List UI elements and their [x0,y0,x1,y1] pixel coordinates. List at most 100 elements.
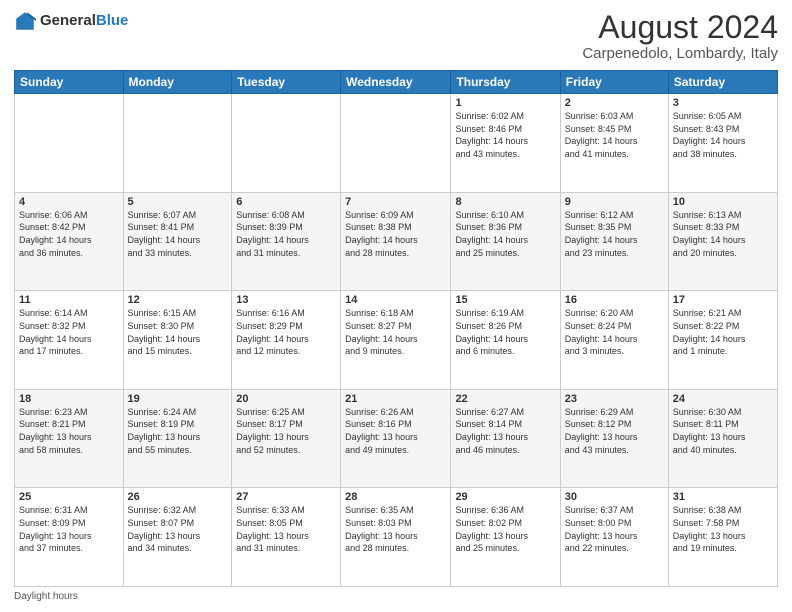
calendar-cell: 29Sunrise: 6:36 AM Sunset: 8:02 PM Dayli… [451,488,560,587]
day-info: Sunrise: 6:21 AM Sunset: 8:22 PM Dayligh… [673,307,773,357]
calendar-week-row: 18Sunrise: 6:23 AM Sunset: 8:21 PM Dayli… [15,389,778,488]
calendar-cell: 19Sunrise: 6:24 AM Sunset: 8:19 PM Dayli… [123,389,232,488]
weekday-header: Saturday [668,71,777,94]
day-number: 14 [345,294,446,306]
day-number: 2 [565,97,664,109]
calendar-cell: 8Sunrise: 6:10 AM Sunset: 8:36 PM Daylig… [451,192,560,291]
calendar-cell: 25Sunrise: 6:31 AM Sunset: 8:09 PM Dayli… [15,488,124,587]
day-info: Sunrise: 6:33 AM Sunset: 8:05 PM Dayligh… [236,504,336,554]
day-number: 3 [673,97,773,109]
day-info: Sunrise: 6:02 AM Sunset: 8:46 PM Dayligh… [455,110,555,160]
calendar-cell: 21Sunrise: 6:26 AM Sunset: 8:16 PM Dayli… [341,389,451,488]
logo-icon [14,10,36,32]
calendar-cell: 12Sunrise: 6:15 AM Sunset: 8:30 PM Dayli… [123,291,232,390]
calendar: SundayMondayTuesdayWednesdayThursdayFrid… [14,70,778,587]
calendar-cell: 11Sunrise: 6:14 AM Sunset: 8:32 PM Dayli… [15,291,124,390]
calendar-cell: 31Sunrise: 6:38 AM Sunset: 7:58 PM Dayli… [668,488,777,587]
day-info: Sunrise: 6:29 AM Sunset: 8:12 PM Dayligh… [565,406,664,456]
day-number: 23 [565,393,664,405]
logo: GeneralBlue [14,10,128,32]
calendar-cell: 26Sunrise: 6:32 AM Sunset: 8:07 PM Dayli… [123,488,232,587]
day-number: 30 [565,491,664,503]
main-title: August 2024 [582,10,778,45]
calendar-cell [123,94,232,193]
day-info: Sunrise: 6:15 AM Sunset: 8:30 PM Dayligh… [128,307,228,357]
page: GeneralBlue August 2024 Carpenedolo, Lom… [0,0,792,612]
day-info: Sunrise: 6:14 AM Sunset: 8:32 PM Dayligh… [19,307,119,357]
day-number: 17 [673,294,773,306]
weekday-header: Monday [123,71,232,94]
logo-blue: Blue [96,12,129,29]
calendar-cell: 27Sunrise: 6:33 AM Sunset: 8:05 PM Dayli… [232,488,341,587]
day-info: Sunrise: 6:23 AM Sunset: 8:21 PM Dayligh… [19,406,119,456]
day-number: 26 [128,491,228,503]
calendar-cell: 23Sunrise: 6:29 AM Sunset: 8:12 PM Dayli… [560,389,668,488]
weekday-header: Tuesday [232,71,341,94]
weekday-header: Sunday [15,71,124,94]
day-info: Sunrise: 6:20 AM Sunset: 8:24 PM Dayligh… [565,307,664,357]
calendar-week-row: 4Sunrise: 6:06 AM Sunset: 8:42 PM Daylig… [15,192,778,291]
calendar-cell: 18Sunrise: 6:23 AM Sunset: 8:21 PM Dayli… [15,389,124,488]
day-info: Sunrise: 6:05 AM Sunset: 8:43 PM Dayligh… [673,110,773,160]
calendar-cell: 14Sunrise: 6:18 AM Sunset: 8:27 PM Dayli… [341,291,451,390]
calendar-cell [232,94,341,193]
day-number: 8 [455,196,555,208]
day-number: 1 [455,97,555,109]
day-info: Sunrise: 6:31 AM Sunset: 8:09 PM Dayligh… [19,504,119,554]
day-number: 18 [19,393,119,405]
calendar-cell [341,94,451,193]
day-info: Sunrise: 6:19 AM Sunset: 8:26 PM Dayligh… [455,307,555,357]
calendar-week-row: 11Sunrise: 6:14 AM Sunset: 8:32 PM Dayli… [15,291,778,390]
day-number: 9 [565,196,664,208]
day-info: Sunrise: 6:24 AM Sunset: 8:19 PM Dayligh… [128,406,228,456]
day-info: Sunrise: 6:03 AM Sunset: 8:45 PM Dayligh… [565,110,664,160]
day-info: Sunrise: 6:35 AM Sunset: 8:03 PM Dayligh… [345,504,446,554]
calendar-cell: 1Sunrise: 6:02 AM Sunset: 8:46 PM Daylig… [451,94,560,193]
calendar-cell: 4Sunrise: 6:06 AM Sunset: 8:42 PM Daylig… [15,192,124,291]
day-info: Sunrise: 6:12 AM Sunset: 8:35 PM Dayligh… [565,209,664,259]
day-info: Sunrise: 6:10 AM Sunset: 8:36 PM Dayligh… [455,209,555,259]
day-info: Sunrise: 6:06 AM Sunset: 8:42 PM Dayligh… [19,209,119,259]
day-number: 7 [345,196,446,208]
title-block: August 2024 Carpenedolo, Lombardy, Italy [582,10,778,62]
calendar-cell: 28Sunrise: 6:35 AM Sunset: 8:03 PM Dayli… [341,488,451,587]
calendar-cell: 20Sunrise: 6:25 AM Sunset: 8:17 PM Dayli… [232,389,341,488]
day-number: 15 [455,294,555,306]
day-number: 5 [128,196,228,208]
day-info: Sunrise: 6:26 AM Sunset: 8:16 PM Dayligh… [345,406,446,456]
day-info: Sunrise: 6:07 AM Sunset: 8:41 PM Dayligh… [128,209,228,259]
footer: Daylight hours [14,591,778,602]
day-info: Sunrise: 6:37 AM Sunset: 8:00 PM Dayligh… [565,504,664,554]
day-number: 20 [236,393,336,405]
calendar-cell: 30Sunrise: 6:37 AM Sunset: 8:00 PM Dayli… [560,488,668,587]
calendar-cell: 7Sunrise: 6:09 AM Sunset: 8:38 PM Daylig… [341,192,451,291]
day-number: 27 [236,491,336,503]
calendar-cell: 24Sunrise: 6:30 AM Sunset: 8:11 PM Dayli… [668,389,777,488]
calendar-cell: 5Sunrise: 6:07 AM Sunset: 8:41 PM Daylig… [123,192,232,291]
day-number: 21 [345,393,446,405]
day-info: Sunrise: 6:13 AM Sunset: 8:33 PM Dayligh… [673,209,773,259]
subtitle: Carpenedolo, Lombardy, Italy [582,45,778,62]
weekday-header: Thursday [451,71,560,94]
calendar-cell: 10Sunrise: 6:13 AM Sunset: 8:33 PM Dayli… [668,192,777,291]
day-info: Sunrise: 6:36 AM Sunset: 8:02 PM Dayligh… [455,504,555,554]
day-number: 28 [345,491,446,503]
calendar-cell: 22Sunrise: 6:27 AM Sunset: 8:14 PM Dayli… [451,389,560,488]
day-number: 31 [673,491,773,503]
day-info: Sunrise: 6:38 AM Sunset: 7:58 PM Dayligh… [673,504,773,554]
calendar-cell: 6Sunrise: 6:08 AM Sunset: 8:39 PM Daylig… [232,192,341,291]
day-number: 19 [128,393,228,405]
day-number: 12 [128,294,228,306]
weekday-header: Wednesday [341,71,451,94]
day-info: Sunrise: 6:08 AM Sunset: 8:39 PM Dayligh… [236,209,336,259]
day-info: Sunrise: 6:32 AM Sunset: 8:07 PM Dayligh… [128,504,228,554]
day-number: 10 [673,196,773,208]
calendar-week-row: 25Sunrise: 6:31 AM Sunset: 8:09 PM Dayli… [15,488,778,587]
day-number: 29 [455,491,555,503]
weekday-header: Friday [560,71,668,94]
day-number: 24 [673,393,773,405]
calendar-cell: 15Sunrise: 6:19 AM Sunset: 8:26 PM Dayli… [451,291,560,390]
day-number: 4 [19,196,119,208]
day-info: Sunrise: 6:18 AM Sunset: 8:27 PM Dayligh… [345,307,446,357]
day-info: Sunrise: 6:27 AM Sunset: 8:14 PM Dayligh… [455,406,555,456]
